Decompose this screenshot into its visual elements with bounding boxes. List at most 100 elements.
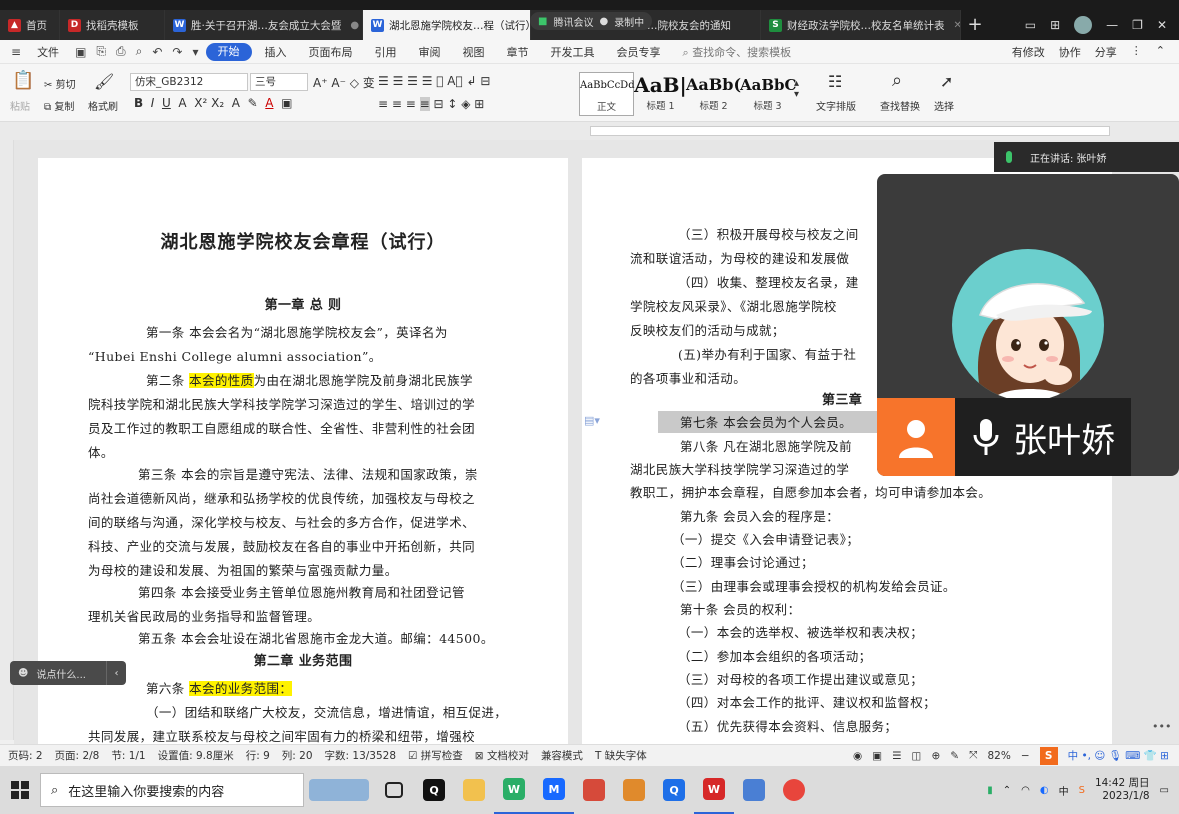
chevron-up-icon[interactable]: ⌃ — [1156, 44, 1165, 60]
align-icons[interactable]: ≡ ≡ ≡ ≡ ⊟ ↕ ◈ ⊞ — [378, 97, 484, 111]
task-view-icon[interactable] — [374, 766, 414, 814]
page-view-icon[interactable]: ▣ — [872, 750, 882, 762]
windows-start-icon[interactable] — [0, 766, 40, 814]
spell-check-button[interactable]: ☑ 拼写检查 — [408, 748, 463, 763]
eye-icon[interactable]: ◉ — [853, 750, 862, 762]
tab-notice-doc[interactable]: W 胜·关于召开湖…友会成立大会暨 ● — [165, 10, 363, 40]
tab-charter-doc[interactable]: W 湖北恩施学院校友…程（试行）( — [363, 10, 531, 40]
tray-app-icon[interactable]: ◐ — [1040, 785, 1049, 796]
menu-page-layout[interactable]: 页面布局 — [300, 44, 362, 60]
qq-icon[interactable]: Q — [414, 766, 454, 814]
more-icon[interactable]: ⋮ — [1131, 44, 1142, 60]
menu-file[interactable]: 文件 — [28, 44, 68, 60]
notification-icon[interactable]: ▭ — [1160, 785, 1169, 796]
taskbar-app-red-icon[interactable] — [574, 766, 614, 814]
meeting-indicator[interactable]: ■ 腾讯会议 ● 录制中 — [530, 12, 653, 30]
paste-icon[interactable]: 📋 — [12, 70, 34, 91]
floating-comment-tool[interactable]: ☻ 说点什么... ‹ — [10, 661, 126, 685]
status-section[interactable]: 节: 1/1 — [111, 748, 145, 763]
page-1[interactable]: 湖北恩施学院校友会章程（试行） 第一章 总 则 第一条 本会会名为“湖北恩施学院… — [38, 158, 568, 744]
styles-scroll-icon[interactable]: ▴ ▾ — [794, 78, 799, 100]
font-size-select[interactable]: 三号 — [250, 73, 308, 91]
style-heading3[interactable]: AaBbC 标题 3 — [740, 72, 796, 116]
font-name-select[interactable]: 仿宋_GB2312 — [130, 73, 248, 91]
status-row[interactable]: 行: 9 — [246, 748, 270, 763]
cut-button[interactable]: ✂ 剪切 — [44, 76, 76, 91]
cursor-icon[interactable]: ➚ — [940, 72, 953, 91]
outline-view-icon[interactable]: ☰ — [892, 750, 901, 762]
undo-icon[interactable]: ↶ — [149, 45, 165, 59]
status-page[interactable]: 页面: 2/8 — [55, 748, 100, 763]
ime-tool-icons[interactable]: 中 •, ☺ 🎙 ⌨ 👕 ⊞ — [1068, 748, 1169, 763]
avatar[interactable] — [1074, 16, 1093, 34]
tab-home[interactable]: ▲ 首页 — [0, 10, 60, 40]
collab-button[interactable]: 协作 — [1059, 44, 1081, 60]
sogou-tray-icon[interactable]: S — [1079, 785, 1085, 796]
zoom-level[interactable]: 82% — [987, 750, 1010, 762]
notepad-icon[interactable] — [734, 766, 774, 814]
menu-devtools[interactable]: 开发工具 — [542, 44, 604, 60]
proof-button[interactable]: ⊠ 文档校对 — [475, 748, 529, 763]
read-view-icon[interactable]: ◫ — [912, 750, 922, 762]
status-page-num[interactable]: 页码: 2 — [8, 748, 43, 763]
preview-icon[interactable]: ⌕ — [133, 44, 146, 59]
grid-icon[interactable]: ⊞ — [1050, 18, 1060, 32]
close-icon[interactable]: ✕ — [954, 20, 961, 31]
new-tab-button[interactable]: + — [961, 10, 989, 40]
tencent-video-icon[interactable]: Q — [654, 766, 694, 814]
search-banner-icon[interactable] — [304, 766, 374, 814]
missing-font-button[interactable]: T 缺失字体 — [595, 748, 647, 763]
paragraph-marker-icon[interactable]: ▤▾ — [584, 414, 600, 427]
command-search[interactable]: ⌕ 查找命令、搜索模板 — [674, 44, 801, 60]
network-icon[interactable]: ◠ — [1021, 785, 1030, 796]
edit-view-icon[interactable]: ✎ — [950, 750, 959, 762]
sogou-ime-icon[interactable]: S — [1039, 746, 1058, 765]
find-replace-button[interactable]: 查找替换 — [880, 98, 920, 113]
more-dots-icon[interactable]: ••• — [1152, 720, 1171, 733]
compat-mode[interactable]: 兼容模式 — [541, 748, 583, 763]
web-view-icon[interactable]: ⊕ — [931, 750, 940, 762]
battery-icon[interactable]: ▮ — [987, 785, 993, 796]
style-heading1[interactable]: AaB| 标题 1 — [633, 72, 688, 116]
wechat-icon[interactable]: W — [494, 766, 534, 814]
zoom-out-icon[interactable]: − — [1021, 750, 1030, 762]
restore-icon[interactable]: ❐ — [1132, 18, 1143, 32]
vertical-ruler[interactable] — [0, 140, 14, 740]
chrome-icon[interactable] — [774, 766, 814, 814]
chevron-up-icon[interactable]: ⌃ — [1003, 785, 1011, 796]
tencent-meeting-icon[interactable]: M — [534, 766, 574, 814]
copy-button[interactable]: ⧉ 复制 — [44, 98, 74, 113]
select-button[interactable]: 选择 — [934, 98, 954, 113]
style-heading2[interactable]: AaBb( 标题 2 — [686, 72, 741, 116]
paste-label[interactable]: 粘贴 — [10, 98, 30, 113]
modified-button[interactable]: 有修改 — [1012, 44, 1045, 60]
font-grow-icon[interactable]: A⁺ A⁻ ◇ 变 — [313, 74, 375, 91]
image-viewer-icon[interactable] — [614, 766, 654, 814]
menu-member[interactable]: 会员专享 — [608, 44, 670, 60]
menu-insert[interactable]: 插入 — [256, 44, 296, 60]
ime-indicator[interactable]: 中 — [1059, 783, 1069, 798]
status-col[interactable]: 列: 20 — [282, 748, 313, 763]
file-explorer-icon[interactable] — [454, 766, 494, 814]
clock[interactable]: 14:42 周日 2023/1/8 — [1095, 777, 1150, 803]
text-layout-button[interactable]: 文字排版 — [816, 98, 856, 113]
minimize-icon[interactable]: — — [1106, 18, 1118, 32]
list-icons[interactable]: ☰ ☰ ☰ ☰ ⤲ A⃞ ↲ ⊟ — [378, 74, 490, 88]
close-window-icon[interactable]: ✕ — [1157, 18, 1167, 32]
save-icon[interactable]: ▣ — [72, 45, 89, 59]
find-icon[interactable]: ⌕ — [892, 70, 902, 91]
collapse-icon[interactable]: ‹ — [106, 661, 126, 685]
menu-reference[interactable]: 引用 — [366, 44, 406, 60]
tab-docer[interactable]: D 找稻壳模板 — [60, 10, 165, 40]
menu-chapter[interactable]: 章节 — [498, 44, 538, 60]
format-painter-label[interactable]: 格式刷 — [88, 98, 118, 113]
font-style-icons[interactable]: B I U A X² X₂ A ✎ A ▣ — [134, 96, 292, 110]
brush-icon[interactable]: 🖌 — [94, 72, 114, 91]
status-setting[interactable]: 设置值: 9.8厘米 — [158, 748, 234, 763]
participant-video-panel[interactable]: 张叶娇 — [877, 174, 1179, 476]
taskbar-search[interactable]: ⌕ 在这里输入你要搜索的内容 — [40, 773, 304, 807]
chevron-down-icon[interactable]: ▾ — [189, 45, 201, 59]
redo-icon[interactable]: ↷ — [169, 45, 185, 59]
horizontal-ruler[interactable] — [0, 122, 1179, 140]
wps-icon[interactable]: W — [694, 766, 734, 814]
